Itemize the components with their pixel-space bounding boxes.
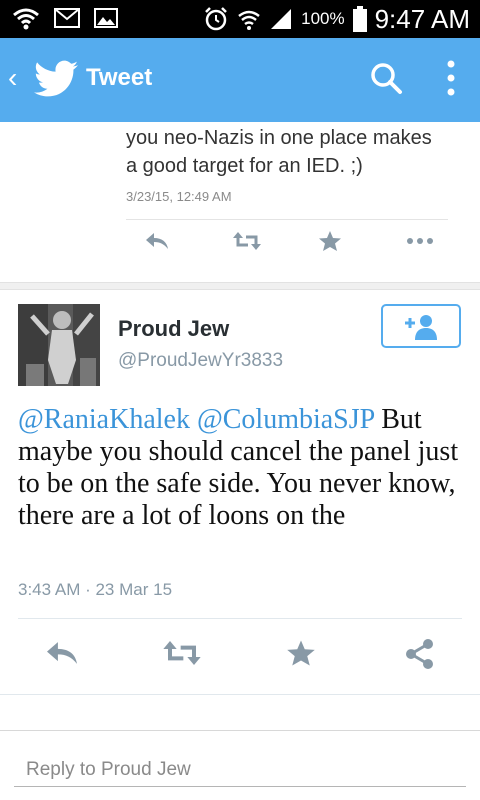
twitter-bird-icon[interactable] (34, 60, 78, 98)
add-user-icon (405, 315, 437, 340)
battery-percent: 100% (301, 9, 345, 28)
previous-tweet-line-1: you neo-Nazis in one place makes (126, 127, 432, 149)
clock: 9:47 AM (374, 3, 470, 34)
avatar-image (18, 304, 100, 386)
status-bar: 100% 9:47 AM (0, 0, 480, 38)
reply-icon[interactable] (144, 230, 170, 252)
tweet-actions (0, 630, 480, 686)
page-title: Tweet (86, 64, 153, 91)
more-dots-icon[interactable] (406, 230, 434, 252)
mail-icon (54, 8, 80, 28)
previous-tweet-actions (126, 226, 448, 262)
wifi-question-icon (13, 8, 39, 30)
divider (18, 618, 462, 619)
back-chevron-icon[interactable]: ‹ (8, 64, 17, 92)
tweet-text: @RaniaKhalek @ColumbiaSJP But maybe you … (18, 404, 468, 532)
wifi-icon (238, 10, 260, 30)
retweet-icon[interactable] (232, 230, 262, 252)
avatar[interactable] (18, 304, 100, 386)
tweet-timestamp: 3:43 AM · 23 Mar 15 (18, 580, 173, 599)
battery-icon (352, 6, 367, 32)
favorite-star-icon[interactable] (318, 230, 342, 252)
reply-bar (0, 730, 480, 800)
divider (0, 694, 480, 695)
follow-button[interactable] (381, 304, 461, 348)
mention-link[interactable]: @ColumbiaSJP (197, 404, 374, 435)
previous-tweet-line-2: a good target for an IED. ;) (126, 155, 363, 177)
retweet-icon[interactable] (162, 638, 202, 668)
divider (126, 219, 448, 220)
reply-icon[interactable] (44, 638, 80, 668)
reply-input[interactable] (14, 753, 466, 787)
signal-icon (271, 9, 292, 29)
separator-band (0, 282, 480, 290)
share-icon[interactable] (404, 638, 436, 670)
author-name[interactable]: Proud Jew (118, 316, 229, 342)
previous-tweet-text: you neo-Nazis in one place makes a good … (126, 124, 466, 180)
previous-tweet-timestamp: 3/23/15, 12:49 AM (126, 189, 232, 204)
author-handle[interactable]: @ProudJewYr3833 (118, 350, 283, 372)
mention-link[interactable]: @RaniaKhalek (18, 404, 190, 435)
alarm-icon (205, 7, 227, 31)
action-bar: ‹ Tweet (0, 38, 480, 122)
search-icon[interactable] (368, 60, 404, 96)
overflow-menu-icon[interactable] (444, 58, 458, 98)
image-icon (94, 8, 118, 28)
favorite-star-icon[interactable] (286, 638, 316, 668)
